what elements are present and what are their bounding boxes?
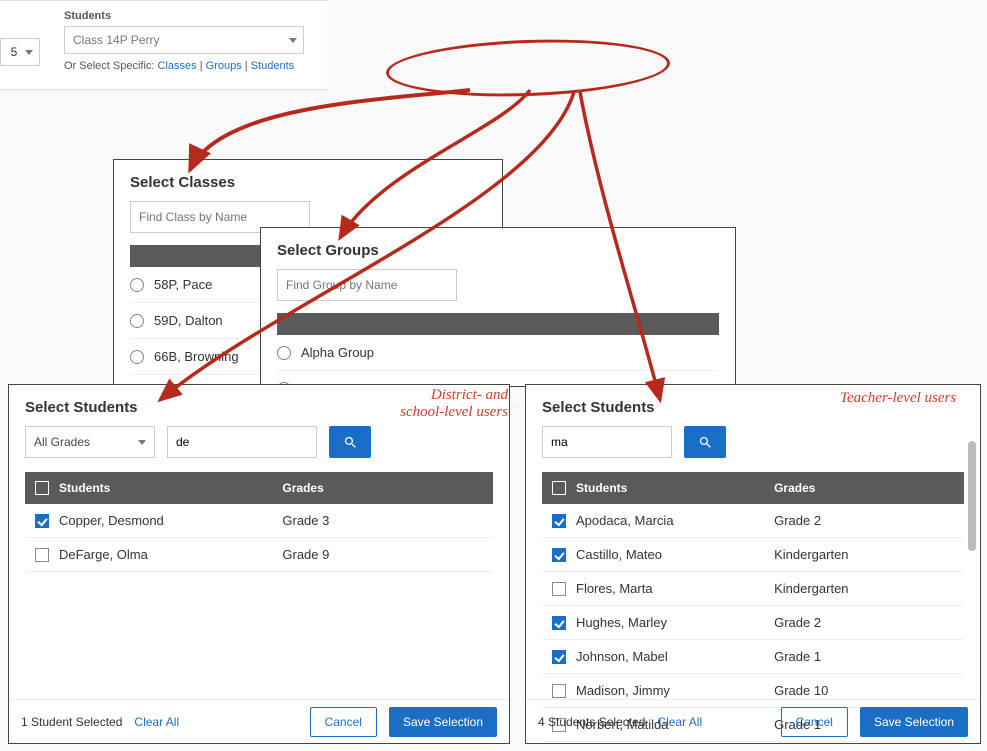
students-table-header-right: Students Grades [542, 472, 964, 504]
search-icon [698, 435, 713, 450]
grade-filter-dropdown[interactable]: All Grades [25, 426, 155, 458]
cancel-button-left[interactable]: Cancel [310, 707, 377, 737]
student-row: Castillo, Mateo Kindergarten [542, 538, 964, 572]
groups-header-bar [277, 313, 719, 335]
student-row: Apodaca, Marcia Grade 2 [542, 504, 964, 538]
link-classes[interactable]: Classes [158, 60, 197, 72]
student-row: DeFarge, Olma Grade 9 [25, 538, 493, 572]
student-grade: Grade 3 [282, 513, 493, 528]
chevron-down-icon [289, 38, 297, 43]
group-label: Alpha Group [301, 345, 374, 360]
students-label: Students [64, 10, 977, 22]
select-all-checkbox-left[interactable] [35, 481, 49, 495]
link-students[interactable]: Students [251, 60, 294, 72]
radio-icon [130, 350, 144, 364]
or-select-row: Or Select Specific: Classes | Groups | S… [64, 60, 977, 72]
student-checkbox[interactable] [552, 650, 566, 664]
annotation-teacher: Teacher-level users [840, 390, 956, 407]
selected-count-left: 1 Student Selected [21, 715, 122, 729]
students-footer-left: 1 Student Selected Clear All Cancel Save… [9, 699, 509, 743]
cancel-button-right[interactable]: Cancel [781, 707, 848, 737]
radio-icon [277, 346, 291, 360]
student-checkbox[interactable] [552, 582, 566, 596]
group-option[interactable]: Alpha Group [277, 335, 719, 371]
radio-icon [130, 314, 144, 328]
student-row: Hughes, Marley Grade 2 [542, 606, 964, 640]
student-checkbox[interactable] [35, 548, 49, 562]
find-group-input[interactable] [277, 269, 457, 301]
search-button-right[interactable] [684, 426, 726, 458]
classes-title: Select Classes [130, 174, 486, 191]
class-label: 59D, Dalton [154, 313, 223, 328]
student-row: Flores, Marta Kindergarten [542, 572, 964, 606]
student-grade: Kindergarten [774, 581, 964, 596]
class-dropdown[interactable]: Class 14P Perry [64, 26, 304, 54]
page-selector[interactable]: 5 [0, 38, 40, 66]
student-grade: Grade 2 [774, 615, 964, 630]
student-grade: Kindergarten [774, 547, 964, 562]
student-search-input-right[interactable] [542, 426, 672, 458]
link-groups[interactable]: Groups [206, 60, 242, 72]
source-panel: 5 Students Class 14P Perry Or Select Spe… [0, 0, 327, 90]
student-name: Madison, Jimmy [576, 683, 670, 698]
select-students-panel-district: Select Students All Grades Students Grad… [8, 384, 510, 744]
students-footer-right: 4 Students Selected Clear All Cancel Sav… [526, 699, 980, 743]
student-name: Hughes, Marley [576, 615, 667, 630]
student-name: DeFarge, Olma [59, 547, 148, 562]
or-select-text: Or Select Specific: [64, 60, 158, 72]
student-search-input-left[interactable] [167, 426, 317, 458]
student-checkbox[interactable] [552, 616, 566, 630]
scrollbar-right[interactable] [968, 441, 976, 693]
student-checkbox[interactable] [35, 514, 49, 528]
chevron-down-icon [138, 440, 146, 445]
class-label: 58P, Pace [154, 277, 212, 292]
student-checkbox[interactable] [552, 548, 566, 562]
student-name: Apodaca, Marcia [576, 513, 674, 528]
save-selection-button-right[interactable]: Save Selection [860, 707, 968, 737]
student-row: Copper, Desmond Grade 3 [25, 504, 493, 538]
student-name: Flores, Marta [576, 581, 653, 596]
student-grade: Grade 1 [774, 649, 964, 664]
search-icon [343, 435, 358, 450]
select-all-checkbox-right[interactable] [552, 481, 566, 495]
radio-icon [130, 278, 144, 292]
class-dropdown-value: Class 14P Perry [73, 33, 159, 47]
select-students-panel-teacher: Select Students Students Grades Apodaca,… [525, 384, 981, 744]
clear-all-right[interactable]: Clear All [657, 715, 702, 729]
student-grade: Grade 2 [774, 513, 964, 528]
student-name: Copper, Desmond [59, 513, 164, 528]
scrollbar-thumb[interactable] [968, 441, 976, 551]
student-row: Johnson, Mabel Grade 1 [542, 640, 964, 674]
selected-count-right: 4 Students Selected [538, 715, 645, 729]
student-checkbox[interactable] [552, 684, 566, 698]
source-inner: Students Class 14P Perry Or Select Speci… [64, 10, 977, 72]
students-table-header: Students Grades [25, 472, 493, 504]
select-groups-panel: Select Groups Alpha GroupBeta Group [260, 227, 736, 387]
student-grade: Grade 9 [282, 547, 493, 562]
student-name: Johnson, Mabel [576, 649, 668, 664]
student-grade: Grade 10 [774, 683, 964, 698]
save-selection-button-left[interactable]: Save Selection [389, 707, 497, 737]
search-button-left[interactable] [329, 426, 371, 458]
grade-filter-value: All Grades [34, 435, 90, 449]
annotation-district: District- and school-level users [384, 387, 508, 421]
class-label: 66B, Browning [154, 349, 239, 364]
groups-title: Select Groups [277, 242, 719, 259]
clear-all-left[interactable]: Clear All [134, 715, 179, 729]
student-checkbox[interactable] [552, 514, 566, 528]
student-name: Castillo, Mateo [576, 547, 662, 562]
